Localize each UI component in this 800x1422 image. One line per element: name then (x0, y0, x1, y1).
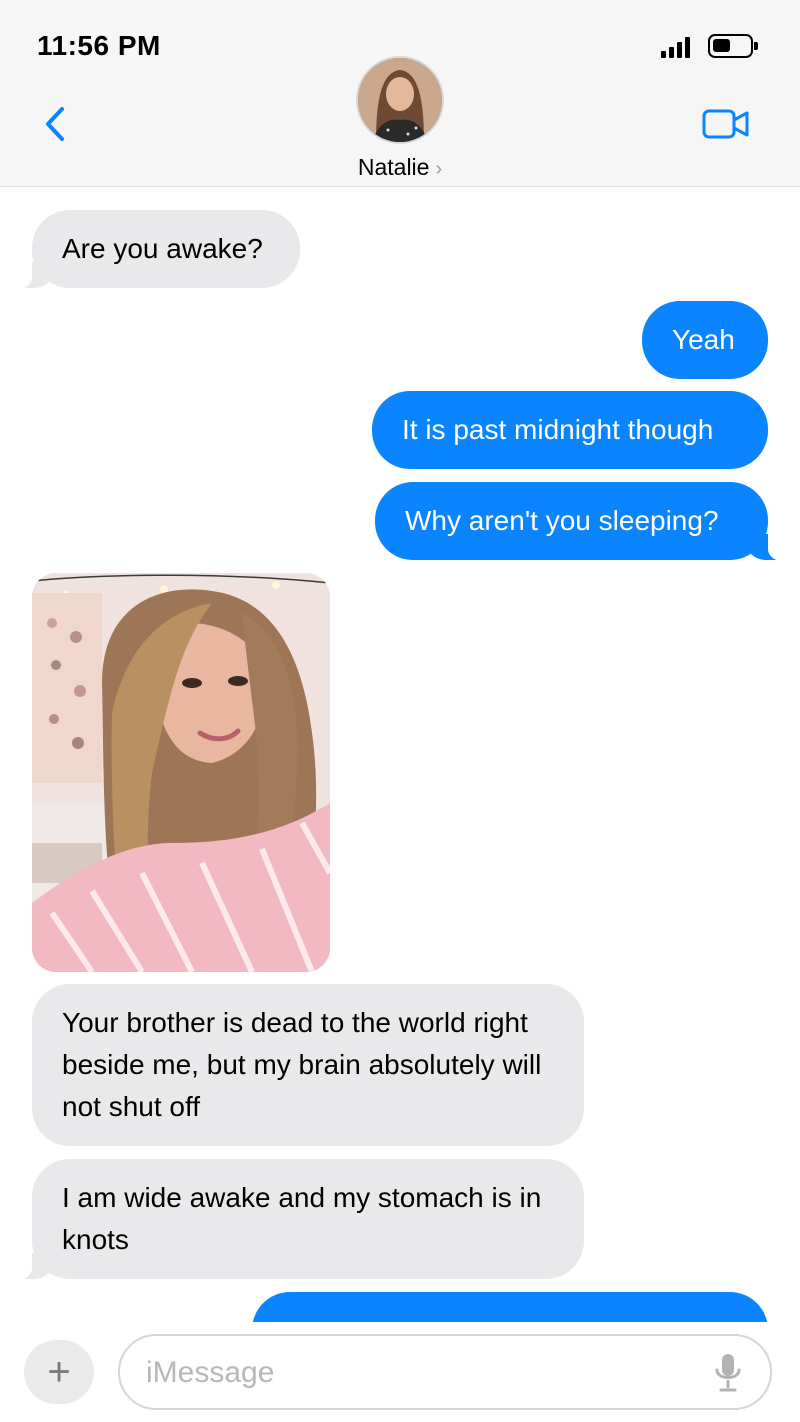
battery-icon (708, 34, 758, 58)
avatar-portrait (358, 58, 442, 142)
status-time: 11:56 PM (37, 30, 161, 61)
message-input-box[interactable] (118, 1334, 772, 1410)
contact-name-button[interactable]: Natalie › (0, 154, 800, 181)
back-button[interactable] (40, 104, 74, 144)
conversation-header: 11:56 PM Natalie › (0, 0, 800, 187)
photo-message[interactable] (32, 573, 330, 972)
message-bubble-outgoing[interactable]: Yeah (642, 301, 768, 379)
message-text: Are you awake? (62, 233, 263, 264)
chevron-left-icon (46, 107, 64, 141)
message-text: Why aren't you sleeping? (405, 505, 719, 536)
message-text: Yeah (672, 324, 735, 355)
message-text: It is past midnight though (402, 414, 714, 445)
message-bubble-incoming[interactable]: Are you awake? (6, 210, 300, 289)
message-bubble-outgoing[interactable]: Why aren't you sleeping? (375, 482, 794, 561)
chevron-right-icon: › (435, 158, 443, 180)
microphone-icon[interactable] (714, 1352, 742, 1394)
message-text: Your brother is dead to the world right … (62, 1007, 542, 1122)
plus-icon: + (47, 1350, 71, 1394)
message-bubble-outgoing[interactable]: It is past midnight though (372, 391, 768, 469)
contact-name: Natalie (357, 154, 430, 180)
message-bubble-incoming[interactable]: I am wide awake and my stomach is in kno… (6, 1159, 584, 1280)
contact-avatar[interactable] (356, 56, 444, 144)
message-input[interactable] (146, 1352, 706, 1394)
add-attachment-button[interactable]: + (24, 1340, 94, 1404)
selfie-photo (32, 573, 330, 972)
video-camera-icon (702, 109, 749, 139)
video-call-button[interactable] (700, 106, 752, 142)
message-bubble-incoming[interactable]: Your brother is dead to the world right … (32, 984, 584, 1146)
signal-bars-icon (661, 36, 691, 58)
message-text: I am wide awake and my stomach is in kno… (62, 1182, 542, 1255)
